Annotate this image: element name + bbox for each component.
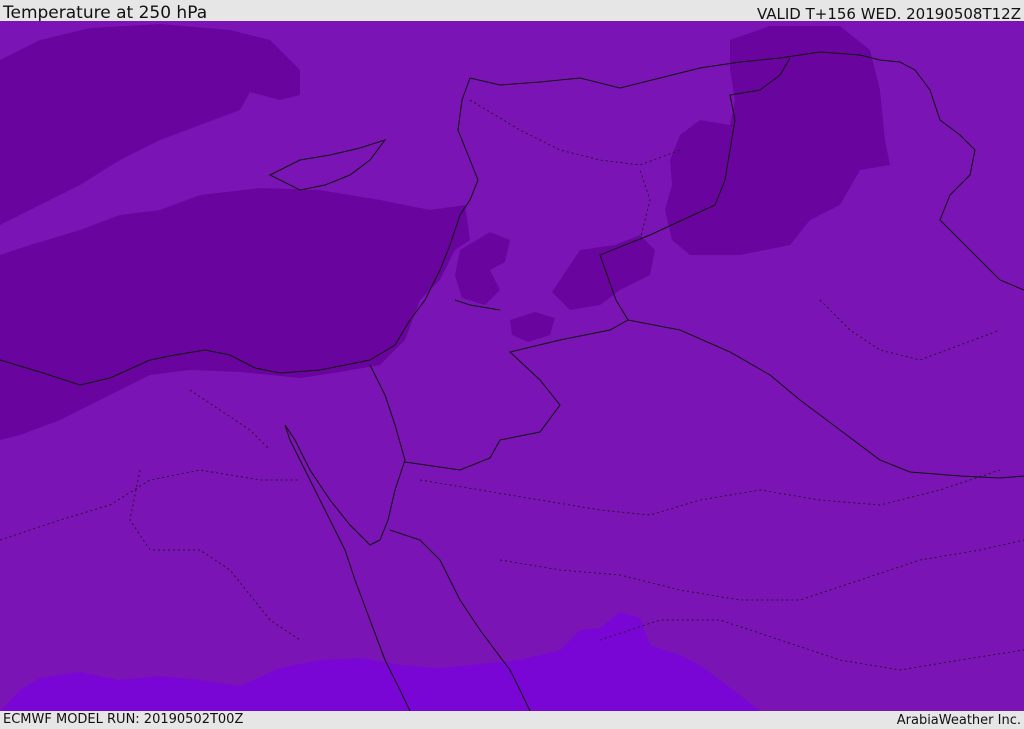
header-bar: Temperature at 250 hPa VALID T+156 WED. …: [0, 0, 1024, 23]
credit-label: ArabiaWeather Inc.: [896, 713, 1021, 728]
footer-bar: ECMWF MODEL RUN: 20190502T00Z ArabiaWeat…: [0, 711, 1024, 729]
model-run-label: ECMWF MODEL RUN: 20190502T00Z: [3, 712, 244, 727]
map-title: Temperature at 250 hPa: [3, 3, 208, 23]
temperature-map[interactable]: [0, 21, 1024, 711]
